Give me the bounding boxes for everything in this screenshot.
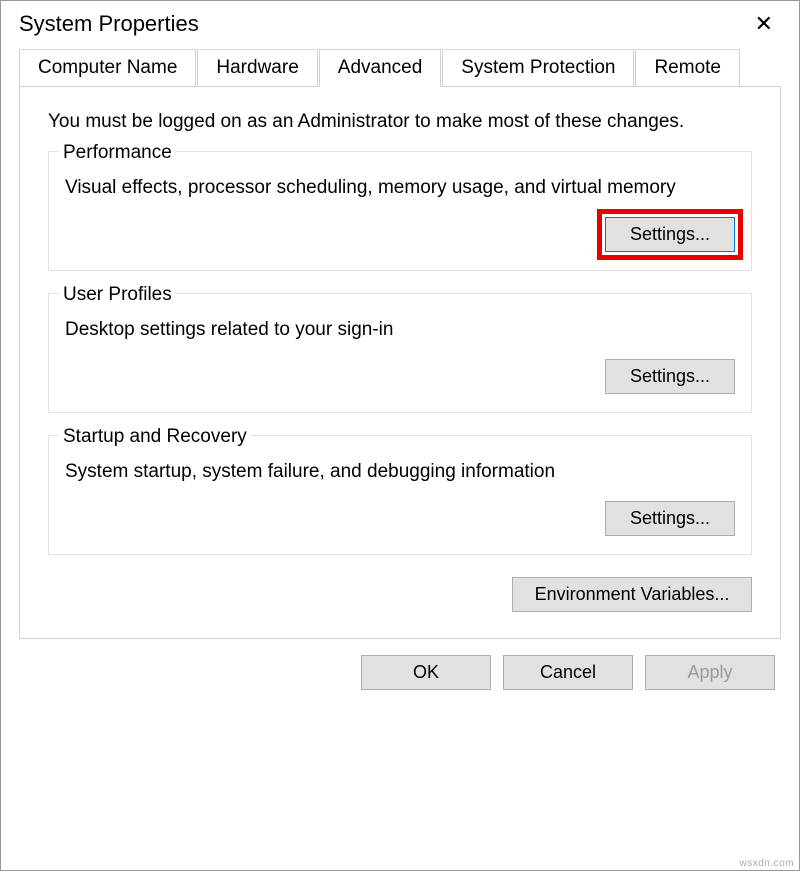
group-user-profiles: User Profiles Desktop settings related t… xyxy=(48,293,752,413)
footer-row: OK Cancel Apply xyxy=(1,639,799,706)
user-profiles-settings-button[interactable]: Settings... xyxy=(605,359,735,394)
tab-container: Computer Name Hardware Advanced System P… xyxy=(19,49,781,639)
ok-button[interactable]: OK xyxy=(361,655,491,690)
group-performance-legend: Performance xyxy=(59,142,176,164)
tab-row: Computer Name Hardware Advanced System P… xyxy=(19,49,781,86)
group-startup-recovery-desc: System startup, system failure, and debu… xyxy=(65,461,735,483)
group-performance-desc: Visual effects, processor scheduling, me… xyxy=(65,177,735,199)
environment-variables-button[interactable]: Environment Variables... xyxy=(512,577,752,612)
cancel-button[interactable]: Cancel xyxy=(503,655,633,690)
env-row: Environment Variables... xyxy=(48,577,752,612)
tab-remote[interactable]: Remote xyxy=(635,49,740,86)
titlebar: System Properties ✕ xyxy=(1,1,799,49)
group-performance-btn-row: Settings... xyxy=(65,217,735,252)
group-performance: Performance Visual effects, processor sc… xyxy=(48,151,752,271)
window-title: System Properties xyxy=(19,11,199,37)
group-user-profiles-legend: User Profiles xyxy=(59,284,176,306)
tab-computer-name[interactable]: Computer Name xyxy=(19,49,196,86)
tab-system-protection[interactable]: System Protection xyxy=(442,49,634,86)
performance-settings-button[interactable]: Settings... xyxy=(605,217,735,252)
admin-note: You must be logged on as an Administrato… xyxy=(48,111,752,133)
watermark: wsxdn.com xyxy=(739,858,794,869)
close-icon[interactable]: ✕ xyxy=(743,9,785,39)
group-startup-recovery: Startup and Recovery System startup, sys… xyxy=(48,435,752,555)
group-startup-recovery-legend: Startup and Recovery xyxy=(59,426,251,448)
tab-hardware[interactable]: Hardware xyxy=(197,49,317,86)
group-user-profiles-btn-row: Settings... xyxy=(65,359,735,394)
startup-recovery-settings-button[interactable]: Settings... xyxy=(605,501,735,536)
tab-advanced[interactable]: Advanced xyxy=(319,49,442,87)
group-user-profiles-desc: Desktop settings related to your sign-in xyxy=(65,319,735,341)
apply-button: Apply xyxy=(645,655,775,690)
tab-panel-advanced: You must be logged on as an Administrato… xyxy=(19,86,781,639)
content-area: Computer Name Hardware Advanced System P… xyxy=(1,49,799,639)
group-startup-recovery-btn-row: Settings... xyxy=(65,501,735,536)
